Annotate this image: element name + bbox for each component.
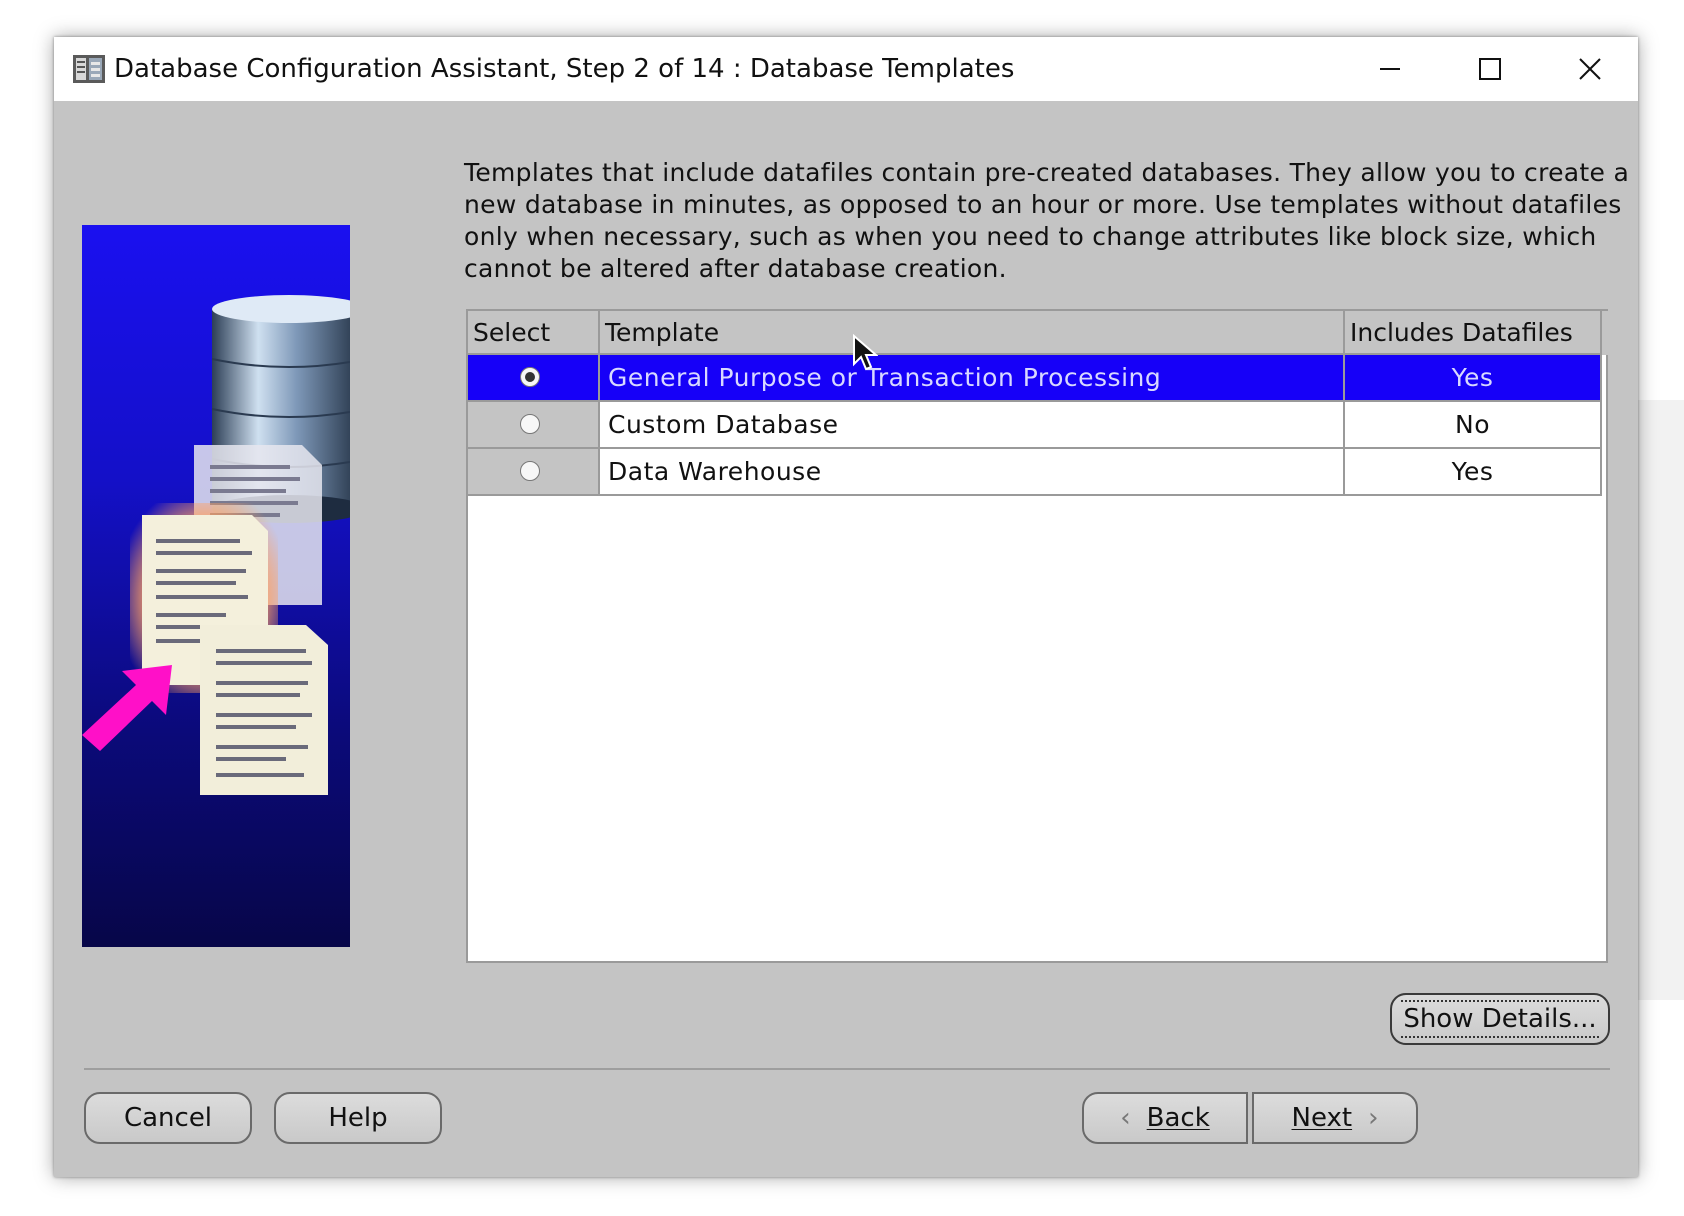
select-cell[interactable] xyxy=(468,449,600,496)
chevron-right-icon: › xyxy=(1368,1103,1379,1133)
window-title: Database Configuration Assistant, Step 2… xyxy=(114,54,1015,84)
close-button[interactable] xyxy=(1542,37,1638,101)
column-header-includes-datafiles[interactable]: Includes Datafiles xyxy=(1345,311,1602,355)
back-button[interactable]: ‹ Back xyxy=(1082,1092,1248,1144)
title-bar: Database Configuration Assistant, Step 2… xyxy=(54,37,1638,101)
minimize-button[interactable] xyxy=(1342,37,1438,101)
template-name-cell[interactable]: Custom Database xyxy=(600,402,1345,449)
select-cell[interactable] xyxy=(468,355,600,402)
table-row[interactable]: General Purpose or Transaction Processin… xyxy=(468,355,1602,402)
table-row[interactable]: Custom Database No xyxy=(468,402,1602,449)
template-name-cell[interactable]: General Purpose or Transaction Processin… xyxy=(600,355,1345,402)
chevron-left-icon: ‹ xyxy=(1120,1103,1131,1133)
includes-datafiles-cell[interactable]: No xyxy=(1345,402,1602,449)
template-radio-general-purpose[interactable] xyxy=(520,367,540,387)
template-radio-custom-database[interactable] xyxy=(520,414,540,434)
help-label: Help xyxy=(328,1103,388,1133)
includes-datafiles-cell[interactable]: Yes xyxy=(1345,449,1602,496)
template-radio-data-warehouse[interactable] xyxy=(520,461,540,481)
next-button[interactable]: Next › xyxy=(1252,1092,1418,1144)
cancel-label: Cancel xyxy=(123,1103,213,1133)
wizard-illustration xyxy=(82,225,350,947)
template-name-cell[interactable]: Data Warehouse xyxy=(600,449,1345,496)
mouse-cursor-icon xyxy=(853,334,878,371)
table-header: Select Template Includes Datafiles xyxy=(468,311,1608,355)
dialog-window: Database Configuration Assistant, Step 2… xyxy=(54,37,1638,1177)
select-cell[interactable] xyxy=(468,402,600,449)
footer-divider xyxy=(84,1068,1610,1070)
database-app-icon xyxy=(73,55,105,83)
maximize-icon xyxy=(1479,58,1501,80)
table-row[interactable]: Data Warehouse Yes xyxy=(468,449,1602,496)
includes-datafiles-cell[interactable]: Yes xyxy=(1345,355,1602,402)
show-details-button[interactable]: Show Details... xyxy=(1390,993,1610,1045)
next-label: Next xyxy=(1291,1103,1353,1133)
column-header-template[interactable]: Template xyxy=(600,311,1345,355)
maximize-button[interactable] xyxy=(1442,37,1538,101)
minimize-icon xyxy=(1380,68,1400,70)
column-header-select[interactable]: Select xyxy=(468,311,600,355)
cancel-button[interactable]: Cancel xyxy=(84,1092,252,1144)
close-icon xyxy=(1579,58,1601,80)
instructions-text: Templates that include datafiles contain… xyxy=(464,158,1630,283)
show-details-label: Show Details... xyxy=(1401,1000,1599,1038)
back-label: Back xyxy=(1146,1103,1210,1133)
templates-table: Select Template Includes Datafiles Gener… xyxy=(466,309,1608,963)
help-button[interactable]: Help xyxy=(274,1092,442,1144)
